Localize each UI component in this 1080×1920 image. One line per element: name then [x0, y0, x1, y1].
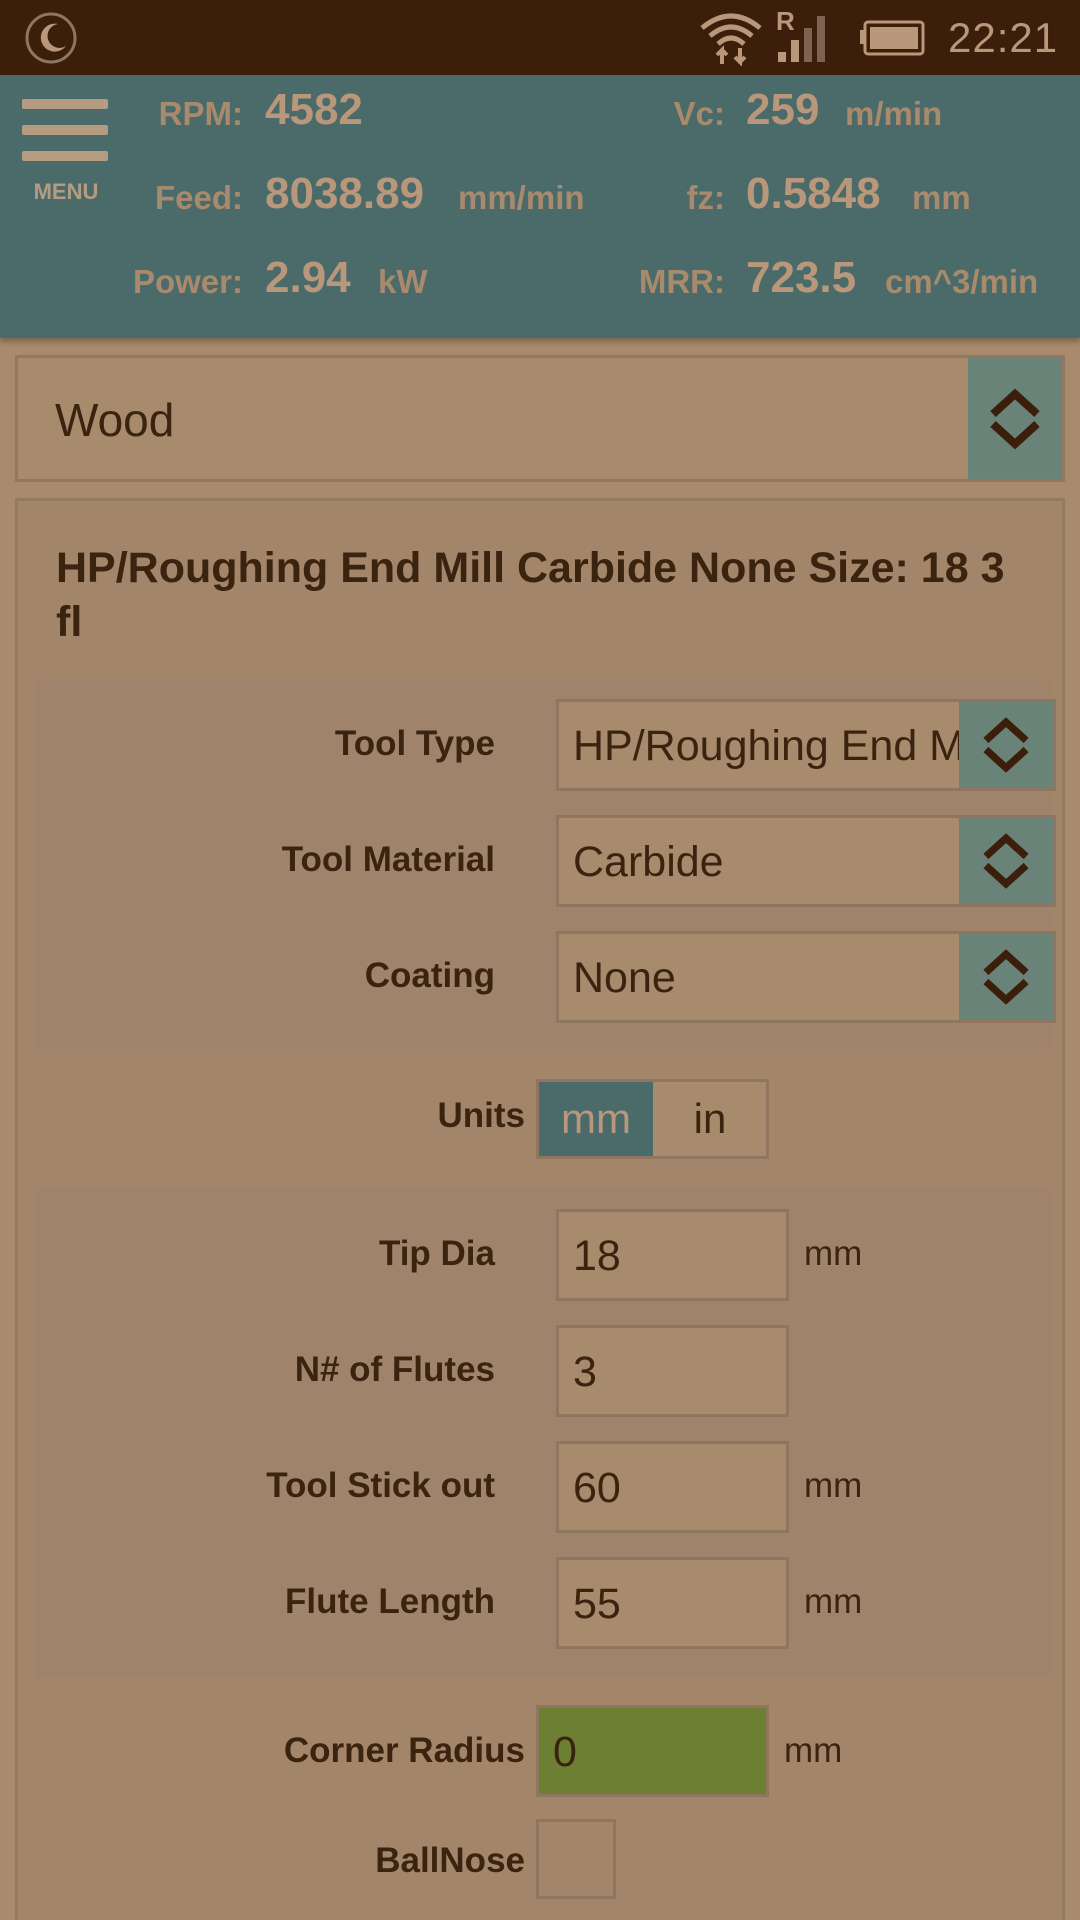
wifi-icon	[700, 13, 762, 66]
tip-dia-label: Tip Dia	[378, 1234, 495, 1273]
tool-type-select[interactable]: HP/Roughing End Mill	[556, 699, 1056, 791]
menu-button[interactable]: MENU	[20, 97, 112, 207]
up-down-chevron-icon	[983, 717, 1029, 773]
flute-length-unit: mm	[804, 1582, 863, 1621]
stick-out-unit: mm	[804, 1466, 863, 1505]
corner-radius-input[interactable]: 0	[536, 1705, 769, 1797]
corner-radius-unit: mm	[784, 1731, 843, 1770]
vc-unit: m/min	[845, 95, 943, 132]
tool-material-spinner-button[interactable]	[959, 818, 1053, 904]
vc-value: 259	[746, 85, 820, 134]
power-unit: kW	[378, 263, 428, 300]
dimensions-section: Tip Dia 18 mm N# of Flutes 3 Tool Stick …	[36, 1189, 1050, 1677]
vc-label: Vc:	[673, 95, 725, 132]
moon-icon	[25, 12, 77, 64]
ballnose-label: BallNose	[375, 1841, 525, 1880]
tool-summary-title: HP/Roughing End Mill Carbide None Size: …	[56, 544, 1005, 646]
flute-length-input[interactable]: 55	[556, 1557, 789, 1649]
flute-length-label: Flute Length	[285, 1582, 495, 1621]
mrr-value: 723.5	[746, 253, 857, 302]
corner-radius-label: Corner Radius	[283, 1731, 525, 1770]
menu-icon-bar	[22, 125, 108, 135]
menu-label: MENU	[33, 179, 99, 204]
power-label: Power:	[132, 263, 243, 300]
stick-out-label: Tool Stick out	[266, 1466, 495, 1505]
battery-icon	[860, 20, 925, 56]
flutes-input[interactable]: 3	[556, 1325, 789, 1417]
up-down-chevron-icon	[983, 949, 1029, 1005]
coating-spinner-button[interactable]	[959, 934, 1053, 1020]
tool-panel: HP/Roughing End Mill Carbide None Size: …	[15, 498, 1065, 1920]
tool-type-section: Tool Type HP/Roughing End Mill Tool Mate…	[36, 679, 1056, 1049]
units-option-in[interactable]: in	[653, 1082, 767, 1156]
tool-type-label: Tool Type	[334, 724, 495, 763]
status-bar: R 22:21	[0, 0, 1080, 75]
tool-material-label: Tool Material	[281, 840, 495, 879]
units-option-mm[interactable]: mm	[539, 1082, 653, 1156]
up-down-chevron-icon	[983, 833, 1029, 889]
tip-dia-input[interactable]: 18	[556, 1209, 789, 1301]
signal-icon: R	[776, 6, 838, 64]
feed-unit: mm/min	[458, 179, 585, 216]
menu-icon	[22, 99, 108, 109]
material-value: Wood	[55, 394, 175, 446]
material-spinner-button[interactable]	[968, 358, 1062, 479]
rpm-value: 4582	[265, 85, 363, 134]
units-label: Units	[437, 1096, 526, 1135]
coating-value: None	[573, 954, 676, 1002]
tip-dia-unit: mm	[804, 1234, 863, 1273]
menu-icon-bar	[22, 151, 108, 161]
tool-material-select[interactable]: Carbide	[556, 815, 1056, 907]
flute-length-value: 55	[573, 1580, 621, 1628]
coating-label: Coating	[364, 956, 495, 995]
units-toggle[interactable]: mm in	[536, 1079, 769, 1159]
material-select[interactable]: Wood	[15, 355, 1065, 482]
ballnose-checkbox[interactable]	[536, 1819, 616, 1899]
fz-value: 0.5848	[746, 169, 881, 218]
power-value: 2.94	[265, 253, 351, 302]
stick-out-input[interactable]: 60	[556, 1441, 789, 1533]
fz-unit: mm	[912, 179, 971, 216]
rpm-label: RPM:	[158, 95, 243, 132]
tool-material-value: Carbide	[573, 838, 724, 886]
clock: 22:21	[948, 14, 1059, 61]
feed-label: Feed:	[154, 179, 243, 216]
feed-value: 8038.89	[265, 169, 425, 218]
mrr-label: MRR:	[638, 263, 725, 300]
flutes-label: N# of Flutes	[294, 1350, 495, 1389]
fz-label: fz:	[686, 179, 725, 216]
tool-type-value: HP/Roughing End Mill	[573, 722, 994, 770]
corner-radius-value: 0	[553, 1728, 577, 1776]
tool-type-spinner-button[interactable]	[959, 702, 1053, 788]
up-down-chevron-icon	[990, 388, 1040, 449]
mrr-unit: cm^3/min	[885, 263, 1039, 300]
flutes-value: 3	[573, 1348, 597, 1396]
stick-out-value: 60	[573, 1464, 621, 1512]
coating-select[interactable]: None	[556, 931, 1056, 1023]
tip-dia-value: 18	[573, 1232, 621, 1280]
results-header: MENU RPM: 4582 Vc: 259 m/min Feed: 8038.…	[0, 75, 1080, 338]
